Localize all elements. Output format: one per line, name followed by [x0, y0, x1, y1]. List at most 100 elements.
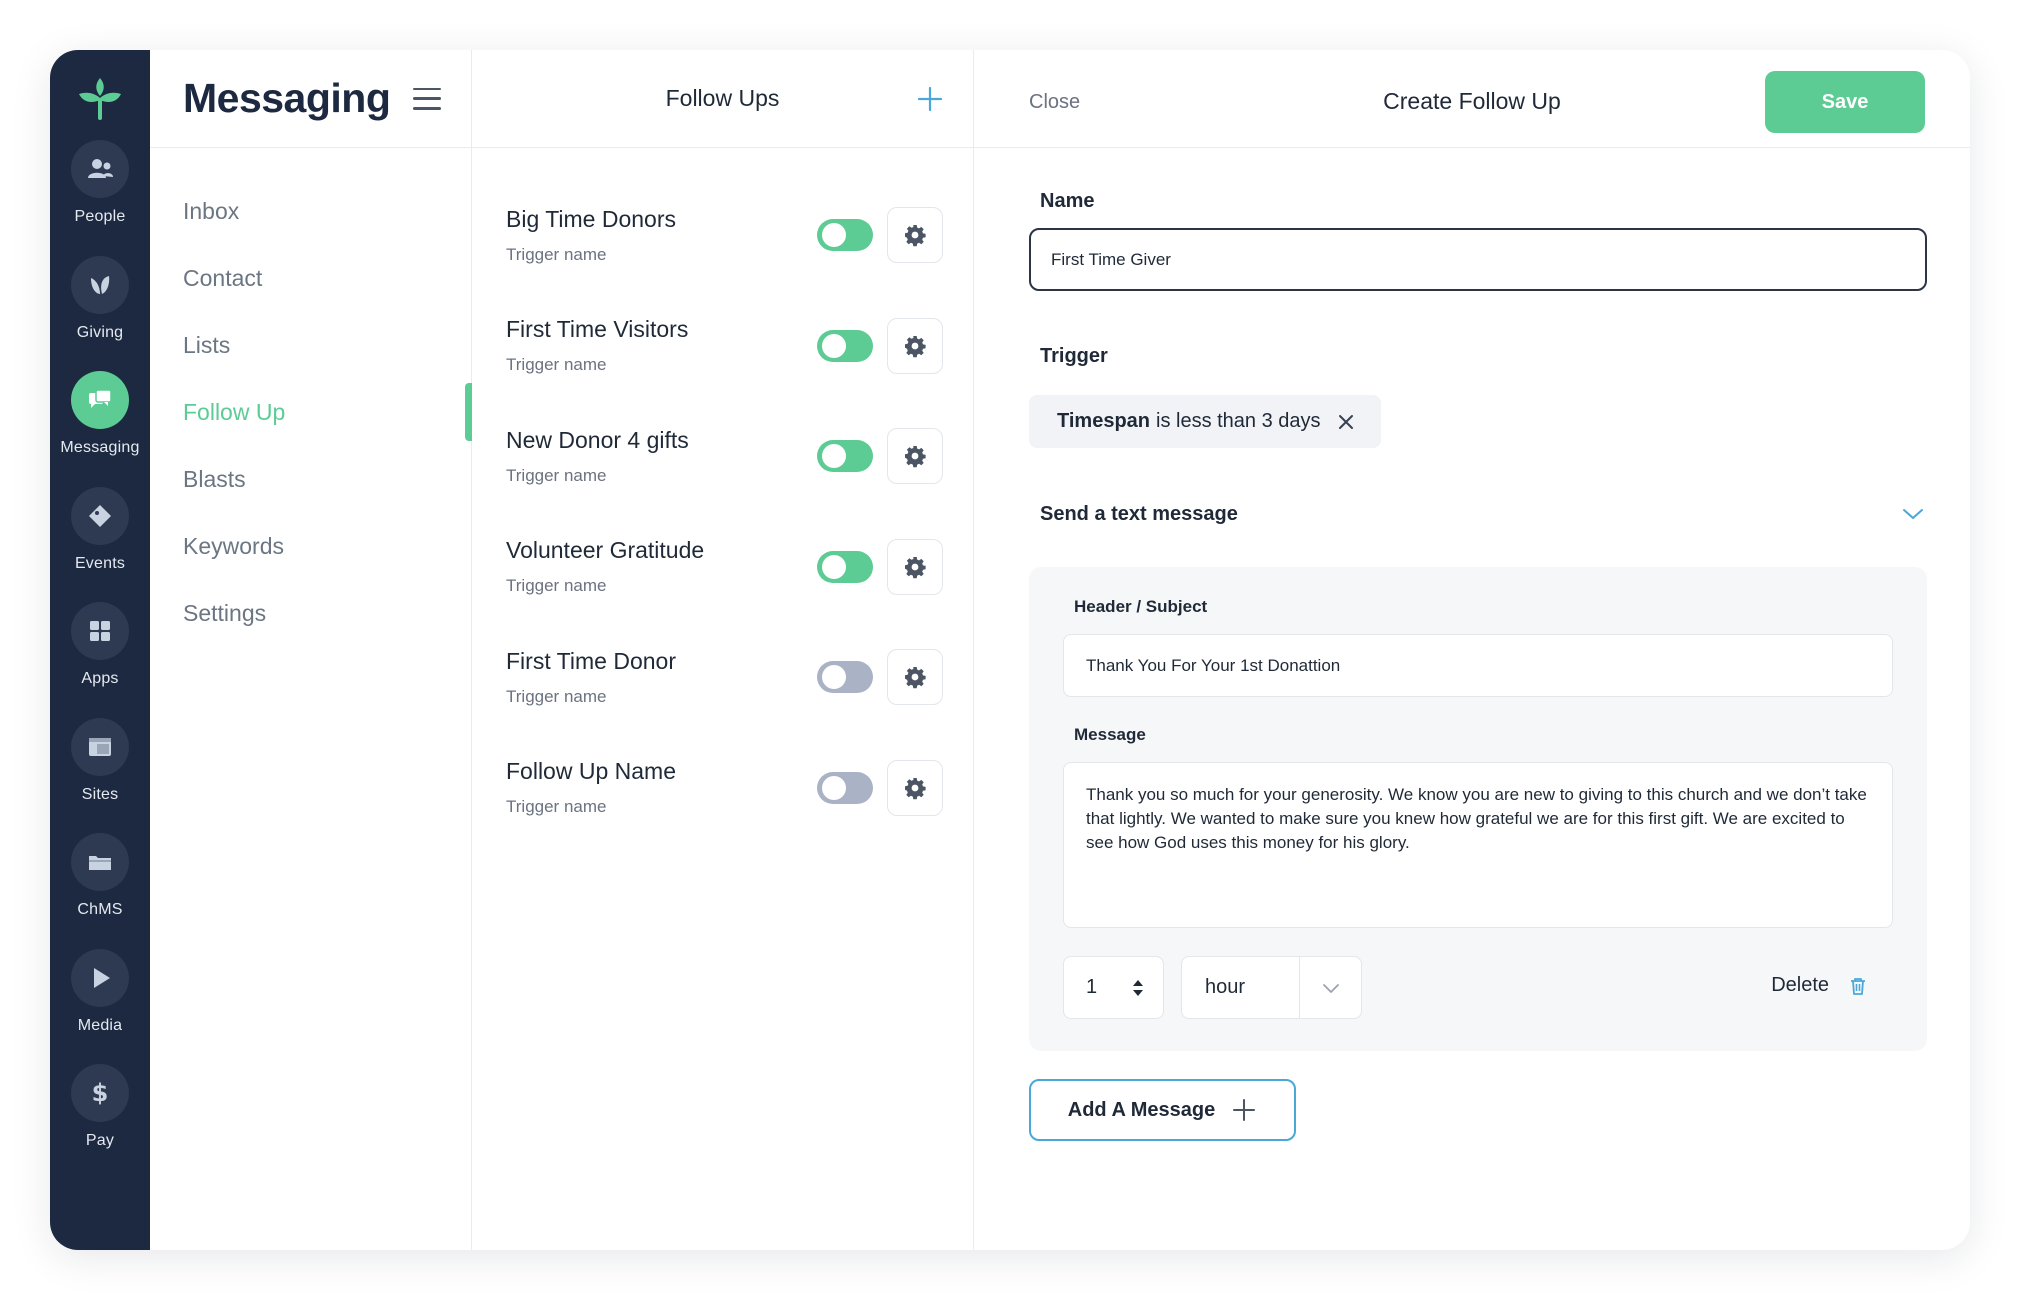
settings-button[interactable] [887, 538, 943, 595]
follow-up-text: First Time Visitors Trigger name [506, 316, 817, 375]
follow-ups-header: Follow Ups [472, 50, 973, 148]
text-message-section-header[interactable]: Send a text message [1040, 502, 1925, 526]
follow-up-trigger: Trigger name [506, 355, 607, 375]
layout-icon [89, 737, 111, 756]
rail-label: Giving [76, 323, 124, 341]
rail-item-messaging[interactable]: Messaging [50, 371, 150, 487]
nav-item-keywords[interactable]: Keywords [150, 513, 471, 580]
nav-header: Messaging [150, 50, 471, 148]
settings-button[interactable] [887, 428, 943, 485]
enable-toggle[interactable] [817, 771, 873, 804]
svg-text:$: $ [92, 1079, 109, 1107]
trash-icon [1851, 977, 1865, 995]
nav-item-inbox[interactable]: Inbox [150, 178, 471, 245]
follow-up-row[interactable]: First Time Donor Trigger name [472, 622, 973, 733]
nav-list: Inbox Contact Lists Follow Up Blasts Key… [150, 148, 472, 647]
follow-up-row[interactable]: Big Time Donors Trigger name [472, 180, 973, 291]
toggle-knob [822, 444, 846, 469]
dollar-icon: $ [92, 1079, 109, 1107]
remove-trigger-close-icon[interactable] [1337, 413, 1355, 431]
settings-button[interactable] [887, 207, 943, 264]
enable-toggle[interactable] [817, 329, 873, 362]
nav-item-blasts[interactable]: Blasts [150, 446, 471, 513]
delay-unit-select[interactable]: hour [1181, 956, 1362, 1019]
delete-message-button[interactable]: Delete [1771, 974, 1869, 997]
trigger-chip: Timespan is less than 3 days [1029, 395, 1381, 448]
follow-up-trigger: Trigger name [506, 465, 607, 485]
follow-up-row[interactable]: Volunteer Gratitude Trigger name [472, 512, 973, 623]
rail-item-sites[interactable]: Sites [50, 717, 150, 834]
rail-label: Apps [81, 670, 119, 687]
save-button[interactable]: Save [1765, 71, 1925, 133]
follow-up-text: First Time Donor Trigger name [506, 648, 817, 707]
settings-button[interactable] [887, 317, 943, 374]
message-textarea[interactable]: Thank you so much for your generosity. W… [1063, 762, 1893, 928]
name-input[interactable] [1029, 228, 1927, 291]
rail-item-media[interactable]: Media [50, 948, 150, 1065]
gear-icon [905, 335, 926, 357]
follow-ups-title: Follow Ups [665, 85, 780, 111]
follow-up-name: Big Time Donors [506, 205, 677, 232]
name-label: Name [1040, 190, 1095, 212]
rail-item-people[interactable]: People [50, 140, 150, 256]
detail-header: Close Create Follow Up Save [974, 50, 1970, 148]
nav-item-contact[interactable]: Contact [150, 245, 471, 312]
follow-ups-panel: Follow Ups Big Time Donors Trigger name Fi… [472, 50, 974, 1250]
gear-icon [905, 446, 926, 468]
unit-dropdown-caret[interactable] [1299, 957, 1361, 1018]
enable-toggle[interactable] [817, 661, 873, 694]
follow-up-name: New Donor 4 gifts [506, 426, 689, 453]
add-follow-up-plus-icon[interactable] [917, 86, 943, 112]
folder-icon [89, 856, 111, 870]
rail-item-pay[interactable]: $ Pay [50, 1064, 150, 1180]
settings-button[interactable] [887, 649, 943, 706]
delay-amount-stepper[interactable]: 1 [1063, 956, 1164, 1019]
rail-label: Media [77, 1016, 123, 1034]
follow-up-trigger: Trigger name [506, 244, 607, 264]
hamburger-menu-icon[interactable] [413, 87, 441, 110]
gear-icon [905, 225, 926, 247]
rail-label: ChMS [77, 901, 123, 918]
rail-label: Events [74, 554, 126, 572]
app-window: People Giving Messaging Events Apps Site… [50, 50, 1970, 1250]
play-icon [94, 967, 110, 988]
rail-item-events[interactable]: Events [50, 486, 150, 603]
follow-up-name: Follow Up Name [506, 758, 676, 785]
follow-up-text: Volunteer Gratitude Trigger name [506, 537, 817, 596]
grid-icon [90, 621, 110, 641]
toggle-knob [822, 665, 846, 690]
nav-item-settings[interactable]: Settings [150, 580, 471, 647]
nav-item-lists[interactable]: Lists [150, 312, 471, 379]
add-message-button[interactable]: Add A Message [1029, 1079, 1296, 1141]
rail-label: Pay [85, 1132, 115, 1149]
toggle-knob [822, 223, 846, 248]
nav-item-follow-up[interactable]: Follow Up [150, 379, 472, 446]
follow-up-text: New Donor 4 gifts Trigger name [506, 427, 817, 486]
chevron-down-icon[interactable] [1901, 502, 1925, 526]
enable-toggle[interactable] [817, 550, 873, 583]
follow-up-row[interactable]: New Donor 4 gifts Trigger name [472, 401, 973, 512]
follow-up-trigger: Trigger name [506, 686, 607, 706]
brand-logo [79, 78, 121, 120]
stepper-arrows-icon[interactable] [1131, 977, 1145, 999]
follow-up-name: First Time Donor [506, 647, 676, 674]
enable-toggle[interactable] [817, 440, 873, 473]
page-title: Messaging [183, 75, 391, 121]
rail-item-apps[interactable]: Apps [50, 602, 150, 718]
follow-up-trigger: Trigger name [506, 797, 607, 817]
trigger-condition: is less than 3 days [1156, 410, 1321, 432]
gear-icon [905, 777, 926, 799]
follow-up-row[interactable]: First Time Visitors Trigger name [472, 291, 973, 402]
follow-up-row[interactable]: Follow Up Name Trigger name [472, 733, 973, 844]
ticket-icon [89, 504, 111, 527]
delay-amount-value: 1 [1086, 976, 1098, 998]
settings-button[interactable] [887, 759, 943, 816]
subject-input[interactable] [1063, 634, 1893, 697]
plus-icon [1233, 1099, 1256, 1121]
rail-label: People [74, 208, 126, 225]
enable-toggle[interactable] [817, 219, 873, 252]
rail-item-chms[interactable]: ChMS [50, 833, 150, 949]
create-follow-up-panel: Close Create Follow Up Save Name Trigger… [974, 50, 1970, 1250]
add-message-label: Add A Message [1067, 1098, 1216, 1121]
rail-item-giving[interactable]: Giving [50, 255, 150, 372]
